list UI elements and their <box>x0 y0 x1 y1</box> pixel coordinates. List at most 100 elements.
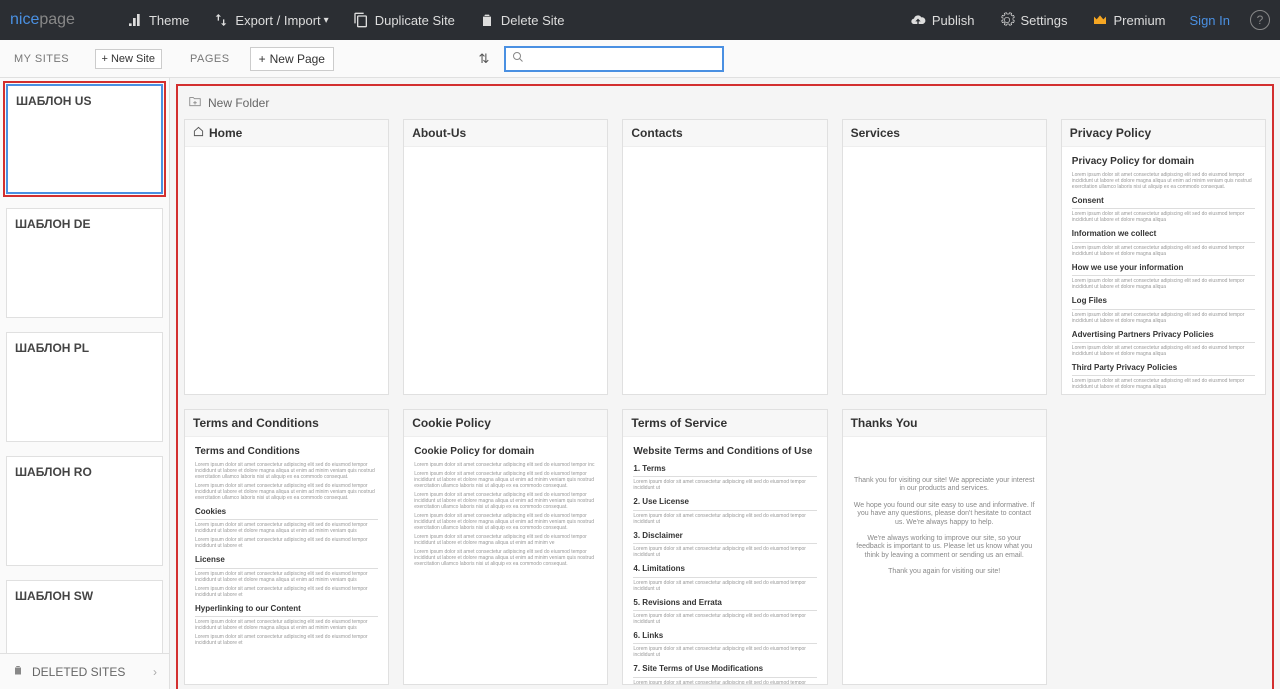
chevron-right-icon: › <box>153 665 157 679</box>
page-title: Contacts <box>631 126 682 140</box>
content: New Folder Home About-Us Contacts Services P… <box>170 78 1280 689</box>
site-name: ШАБЛОН SW <box>15 589 154 603</box>
site-card[interactable]: ШАБЛОН US <box>6 84 163 194</box>
search-box[interactable] <box>504 46 724 72</box>
theme-label: Theme <box>149 13 189 28</box>
new-page-label: New Page <box>270 52 325 66</box>
help-icon: ? <box>1257 13 1264 27</box>
page-title-bar: Thanks You <box>843 410 1046 437</box>
page-title-bar: Privacy Policy <box>1062 120 1265 147</box>
signin-link[interactable]: Sign In <box>1178 0 1242 40</box>
page-card[interactable]: Contacts <box>622 119 827 395</box>
top-bar: nicepage Theme Export / Import ▾ Duplica… <box>0 0 1280 40</box>
page-card[interactable]: Services <box>842 119 1047 395</box>
delete-label: Delete Site <box>501 13 565 28</box>
site-name: ШАБЛОН RO <box>15 465 154 479</box>
page-preview <box>843 147 1046 394</box>
sort-icon: ⇅ <box>479 51 490 66</box>
signin-label: Sign In <box>1190 13 1230 28</box>
second-bar: MY SITES + New Site PAGES + New Page ⇅ <box>0 40 1280 78</box>
folder-plus-icon <box>188 94 202 111</box>
settings-button[interactable]: Settings <box>987 0 1080 40</box>
logo-part1: nice <box>10 11 39 29</box>
page-card[interactable]: Thanks You Thank you for visiting our sit… <box>842 409 1047 685</box>
gear-icon <box>999 12 1015 29</box>
page-card[interactable]: Privacy Policy Privacy Policy for domainL… <box>1061 119 1266 395</box>
crown-icon <box>1092 12 1108 29</box>
page-preview: Website Terms and Conditions of Use1. Te… <box>623 437 826 684</box>
page-title: Thanks You <box>851 416 918 430</box>
page-title: About-Us <box>412 126 466 140</box>
page-title: Home <box>209 126 242 140</box>
pages-label: PAGES <box>190 53 230 65</box>
new-folder-button[interactable]: New Folder <box>184 90 1266 119</box>
content-outline: New Folder Home About-Us Contacts Services P… <box>176 84 1274 689</box>
page-title-bar: About-Us <box>404 120 607 147</box>
page-card[interactable]: Terms and Conditions Terms and Conditions… <box>184 409 389 685</box>
premium-label: Premium <box>1114 13 1166 28</box>
new-page-button[interactable]: + New Page <box>250 47 334 71</box>
duplicate-site-button[interactable]: Duplicate Site <box>341 0 467 40</box>
page-preview <box>623 147 826 394</box>
duplicate-icon <box>353 12 369 29</box>
page-card[interactable]: Cookie Policy Cookie Policy for domainLor… <box>403 409 608 685</box>
site-card[interactable]: ШАБЛОН PL <box>6 332 163 442</box>
logo[interactable]: nicepage <box>10 11 75 29</box>
new-folder-label: New Folder <box>208 96 269 110</box>
site-card[interactable]: ШАБЛОН DE <box>6 208 163 318</box>
page-preview: Terms and ConditionsLorem ipsum dolor si… <box>185 437 388 684</box>
page-title: Services <box>851 126 900 140</box>
page-title: Cookie Policy <box>412 416 491 430</box>
export-import-icon <box>213 12 229 29</box>
logo-part2: page <box>39 11 75 29</box>
new-site-label: New Site <box>111 53 155 65</box>
trash-icon <box>479 12 495 29</box>
page-title: Terms of Service <box>631 416 727 430</box>
publish-label: Publish <box>932 13 975 28</box>
my-sites-label: MY SITES <box>14 53 69 65</box>
sites-list: ШАБЛОН US ШАБЛОН DE ШАБЛОН PL ШАБЛОН RO ШАБЛ… <box>0 78 169 689</box>
page-preview: Thank you for visiting our site! We appr… <box>843 437 1046 684</box>
export-import-label: Export / Import <box>235 13 320 28</box>
delete-site-button[interactable]: Delete Site <box>467 0 577 40</box>
page-preview: Cookie Policy for domainLorem ipsum dolo… <box>404 437 607 684</box>
settings-label: Settings <box>1021 13 1068 28</box>
page-card[interactable]: About-Us <box>403 119 608 395</box>
plus-icon: + <box>259 52 266 66</box>
dropdown-caret-icon: ▾ <box>324 15 329 26</box>
page-title-bar: Contacts <box>623 120 826 147</box>
page-preview <box>404 147 607 394</box>
page-card[interactable]: Home <box>184 119 389 395</box>
sidebar-header: MY SITES + New Site <box>0 49 170 69</box>
page-title-bar: Cookie Policy <box>404 410 607 437</box>
main: ШАБЛОН US ШАБЛОН DE ШАБЛОН PL ШАБЛОН RO ШАБЛ… <box>0 78 1280 689</box>
page-preview <box>185 147 388 394</box>
duplicate-label: Duplicate Site <box>375 13 455 28</box>
page-title: Terms and Conditions <box>193 416 319 430</box>
search-icon <box>512 51 524 66</box>
site-name: ШАБЛОН US <box>16 94 153 108</box>
sidebar: ШАБЛОН US ШАБЛОН DE ШАБЛОН PL ШАБЛОН RO ШАБЛ… <box>0 78 170 689</box>
home-icon <box>193 126 204 140</box>
plus-icon: + <box>102 53 108 65</box>
help-button[interactable]: ? <box>1250 10 1270 30</box>
sort-button[interactable]: ⇅ <box>474 51 494 67</box>
page-title-bar: Services <box>843 120 1046 147</box>
site-name: ШАБЛОН DE <box>15 217 154 231</box>
cloud-upload-icon <box>910 12 926 29</box>
search-input[interactable] <box>528 52 716 66</box>
new-site-button[interactable]: + New Site <box>95 49 162 69</box>
pages-grid: Home About-Us Contacts Services Privacy Poli… <box>184 119 1266 685</box>
publish-button[interactable]: Publish <box>898 0 987 40</box>
premium-button[interactable]: Premium <box>1080 0 1178 40</box>
page-card[interactable]: Terms of Service Website Terms and Condit… <box>622 409 827 685</box>
page-preview: Privacy Policy for domainLorem ipsum dol… <box>1062 147 1265 394</box>
theme-button[interactable]: Theme <box>115 0 201 40</box>
deleted-sites-label: DELETED SITES <box>32 665 125 679</box>
site-card[interactable]: ШАБЛОН RO <box>6 456 163 566</box>
site-name: ШАБЛОН PL <box>15 341 154 355</box>
page-title: Privacy Policy <box>1070 126 1151 140</box>
trash-icon <box>12 664 24 679</box>
export-import-button[interactable]: Export / Import ▾ <box>201 0 340 40</box>
deleted-sites-button[interactable]: DELETED SITES › <box>0 653 169 689</box>
